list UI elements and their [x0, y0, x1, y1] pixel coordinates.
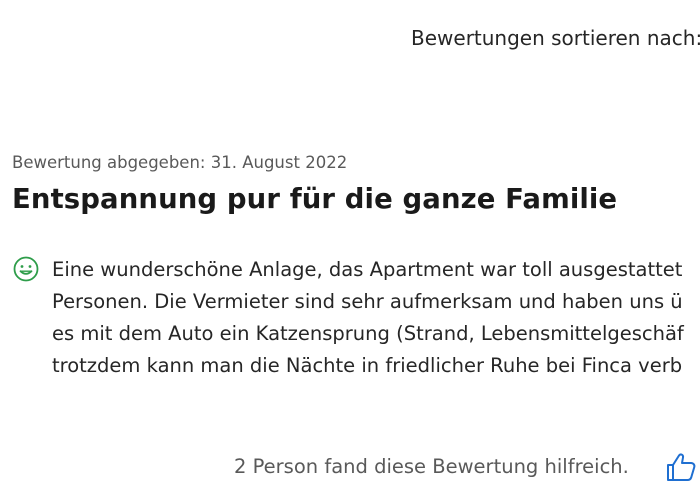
sort-label: Bewertungen sortieren nach:	[411, 26, 700, 50]
review-body-line: es mit dem Auto ein Katzensprung (Strand…	[52, 322, 684, 345]
thumbs-up-icon[interactable]	[664, 450, 698, 484]
helpful-count-text: 2 Person fand diese Bewertung hilfreich.	[234, 455, 629, 478]
review-body-line: Eine wunderschöne Anlage, das Apartment …	[52, 258, 683, 281]
review-title: Entspannung pur für die ganze Familie	[12, 183, 618, 215]
smile-icon	[13, 256, 39, 282]
review-page: Bewertungen sortieren nach: Bewertung ab…	[0, 0, 700, 500]
review-date: Bewertung abgegeben: 31. August 2022	[12, 153, 348, 172]
review-body-line: Personen. Die Vermieter sind sehr aufmer…	[52, 290, 683, 313]
review-body: Eine wunderschöne Anlage, das Apartment …	[52, 254, 700, 382]
review-body-line: trotzdem kann man die Nächte in friedlic…	[52, 354, 683, 377]
